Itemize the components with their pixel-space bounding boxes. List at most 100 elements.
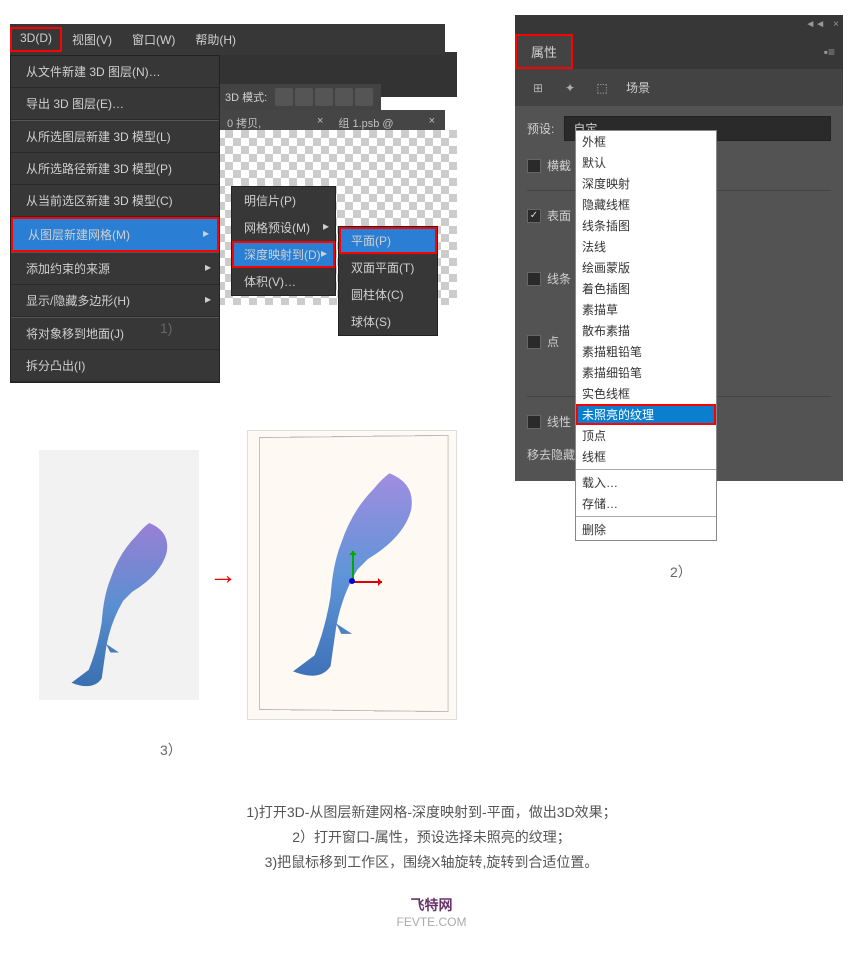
submenu-cylinder[interactable]: 圆柱体(C) xyxy=(339,281,437,308)
menu-export-3d-layer[interactable]: 导出 3D 图层(E)… xyxy=(11,88,219,120)
preset-option-scatter-sketch[interactable]: 散布素描 xyxy=(576,320,716,341)
preset-option-shaded-illustration[interactable]: 着色插图 xyxy=(576,278,716,299)
mesh-submenu: 明信片(P) 网格预设(M) 深度映射到(D) 体积(V)… xyxy=(231,186,336,296)
properties-tab[interactable]: 属性 xyxy=(515,34,573,69)
panel-3-dolphin-comparison: → xyxy=(8,430,488,720)
preset-option-delete[interactable]: 删除 xyxy=(576,519,716,540)
main-menubar: 3D(D) 视图(V) 窗口(W) 帮助(H) xyxy=(10,24,445,55)
preset-option-paint-mask[interactable]: 绘画蒙版 xyxy=(576,257,716,278)
doc-tab-1[interactable]: 0 拷贝, RGB/… xyxy=(227,115,302,143)
dolphin-icon xyxy=(39,510,199,700)
toolbar-icon-group xyxy=(275,88,373,106)
preset-option-outline[interactable]: 外框 xyxy=(576,131,716,152)
preset-option-default[interactable]: 默认 xyxy=(576,152,716,173)
preset-option-line-illustration[interactable]: 线条插图 xyxy=(576,215,716,236)
watermark-url: FEVTE.COM xyxy=(0,915,863,929)
submenu-plane[interactable]: 平面(P) xyxy=(339,227,437,254)
mesh-icon[interactable]: ✦ xyxy=(562,80,578,96)
surface-label: 表面 xyxy=(547,207,571,224)
menu-new-3d-from-selection[interactable]: 从当前选区新建 3D 模型(C) xyxy=(11,185,219,217)
panel-menu-icon[interactable]: ▪≡ xyxy=(824,45,835,59)
horizontal-checkbox[interactable] xyxy=(527,159,541,173)
preset-option-sketch-thick-pencil[interactable]: 素描粗铅笔 xyxy=(576,341,716,362)
submenu-volume[interactable]: 体积(V)… xyxy=(232,268,335,295)
dropdown-separator xyxy=(576,516,716,517)
horizontal-label: 横截 xyxy=(547,157,571,174)
dolphin-before xyxy=(39,450,199,700)
menu-help[interactable]: 帮助(H) xyxy=(185,27,246,52)
surface-checkbox[interactable] xyxy=(527,209,541,223)
tool-icon[interactable] xyxy=(355,88,373,106)
preset-option-sketch-thin-pencil[interactable]: 素描细铅笔 xyxy=(576,362,716,383)
preset-option-unlit-texture[interactable]: 未照亮的纹理 xyxy=(576,404,716,425)
3d-dropdown-menu: 从文件新建 3D 图层(N)… 导出 3D 图层(E)… 从所选图层新建 3D … xyxy=(10,55,220,383)
caption-1: 1) xyxy=(160,320,172,336)
submenu-two-sided-plane[interactable]: 双面平面(T) xyxy=(339,254,437,281)
collapse-icon[interactable]: ◄◄ xyxy=(805,19,825,30)
submenu-mesh-preset[interactable]: 网格预设(M) xyxy=(232,214,335,241)
preset-option-sketch-grass[interactable]: 素描草 xyxy=(576,299,716,320)
panel-1-menu-screenshot: 3D 模式: 0 拷贝, RGB/… × 组 1.psb @ 7… × 3D(D… xyxy=(10,24,445,383)
linear-label: 线性 xyxy=(547,413,571,430)
dolphin-after-3d xyxy=(247,430,457,720)
preset-option-wireframe[interactable]: 线框 xyxy=(576,446,716,467)
preset-option-normals[interactable]: 法线 xyxy=(576,236,716,257)
preset-option-solid-wireframe[interactable]: 实色线框 xyxy=(576,383,716,404)
properties-toolbar: ⊞ ✦ ⬚ 场景 xyxy=(515,69,843,106)
3d-mode-label: 3D 模式: xyxy=(225,89,267,105)
points-label: 点 xyxy=(547,333,559,350)
instruction-line-1: 1)打开3D-从图层新建网格-深度映射到-平面，做出3D效果； xyxy=(0,800,863,825)
menu-add-constraint-source[interactable]: 添加约束的来源 xyxy=(11,252,219,285)
tab-spacer: ▪≡ xyxy=(573,34,843,69)
tool-icon[interactable] xyxy=(315,88,333,106)
linear-checkbox[interactable] xyxy=(527,415,541,429)
dropdown-separator xyxy=(576,469,716,470)
menu-new-3d-layer-from-file[interactable]: 从文件新建 3D 图层(N)… xyxy=(11,56,219,88)
tool-icon[interactable] xyxy=(295,88,313,106)
watermark: 飞特网 FEVTE.COM xyxy=(0,895,863,929)
menu-new-mesh-from-layer[interactable]: 从图层新建网格(M) xyxy=(11,217,219,252)
document-tabs: 0 拷贝, RGB/… × 组 1.psb @ 7… × xyxy=(217,110,445,149)
scene-label: 场景 xyxy=(626,79,650,96)
submenu-depth-map-to[interactable]: 深度映射到(D) xyxy=(232,241,335,268)
points-checkbox[interactable] xyxy=(527,335,541,349)
menu-new-3d-from-path[interactable]: 从所选路径新建 3D 模型(P) xyxy=(11,153,219,185)
menu-window[interactable]: 窗口(W) xyxy=(122,27,185,52)
instructions-text: 1)打开3D-从图层新建网格-深度映射到-平面，做出3D效果； 2）打开窗口-属… xyxy=(0,800,863,876)
preset-option-save[interactable]: 存储… xyxy=(576,493,716,514)
doc-tab-2[interactable]: 组 1.psb @ 7… xyxy=(338,115,413,143)
menu-new-3d-from-layer[interactable]: 从所选图层新建 3D 模型(L) xyxy=(11,120,219,153)
preset-option-vertices[interactable]: 顶点 xyxy=(576,425,716,446)
instruction-line-3: 3)把鼠标移到工作区，围绕X轴旋转,旋转到合适位置。 xyxy=(0,850,863,875)
tool-icon[interactable] xyxy=(335,88,353,106)
close-panel-icon[interactable]: × xyxy=(833,19,839,30)
panel-window-controls: ◄◄ × xyxy=(515,15,843,34)
lines-label: 线条 xyxy=(547,270,571,287)
x-axis-icon xyxy=(352,581,382,583)
menu-show-hide-polygons[interactable]: 显示/隐藏多边形(H) xyxy=(11,285,219,317)
preset-dropdown-list: 外框 默认 深度映射 隐藏线框 线条插图 法线 绘画蒙版 着色插图 素描草 散布… xyxy=(575,130,717,541)
menu-split-extrusion[interactable]: 拆分凸出(I) xyxy=(11,350,219,382)
remove-hidden-label: 移去隐藏 xyxy=(527,446,575,463)
arrow-right-icon: → xyxy=(209,559,237,591)
preset-option-hidden-wireframe[interactable]: 隐藏线框 xyxy=(576,194,716,215)
menu-move-to-ground[interactable]: 将对象移到地面(J) xyxy=(11,317,219,350)
submenu-sphere[interactable]: 球体(S) xyxy=(339,308,437,335)
doc-tab-close[interactable]: × xyxy=(429,115,435,143)
menu-view[interactable]: 视图(V) xyxy=(62,27,122,52)
3d-mode-toolbar: 3D 模式: xyxy=(217,84,381,110)
submenu-postcard[interactable]: 明信片(P) xyxy=(232,187,335,214)
coords-icon[interactable]: ⊞ xyxy=(530,80,546,96)
doc-tab-close[interactable]: × xyxy=(317,115,323,143)
depth-submenu: 平面(P) 双面平面(T) 圆柱体(C) 球体(S) xyxy=(338,226,438,336)
lines-checkbox[interactable] xyxy=(527,272,541,286)
tool-icon[interactable] xyxy=(275,88,293,106)
preset-label: 预设: xyxy=(527,120,554,137)
y-axis-icon xyxy=(352,551,354,581)
watermark-logo: 飞特网 xyxy=(0,895,863,915)
preset-option-load[interactable]: 载入… xyxy=(576,472,716,493)
preset-option-depth-map[interactable]: 深度映射 xyxy=(576,173,716,194)
deform-icon[interactable]: ⬚ xyxy=(594,80,610,96)
menu-3d[interactable]: 3D(D) xyxy=(10,27,62,52)
toolbar-background xyxy=(217,52,457,97)
